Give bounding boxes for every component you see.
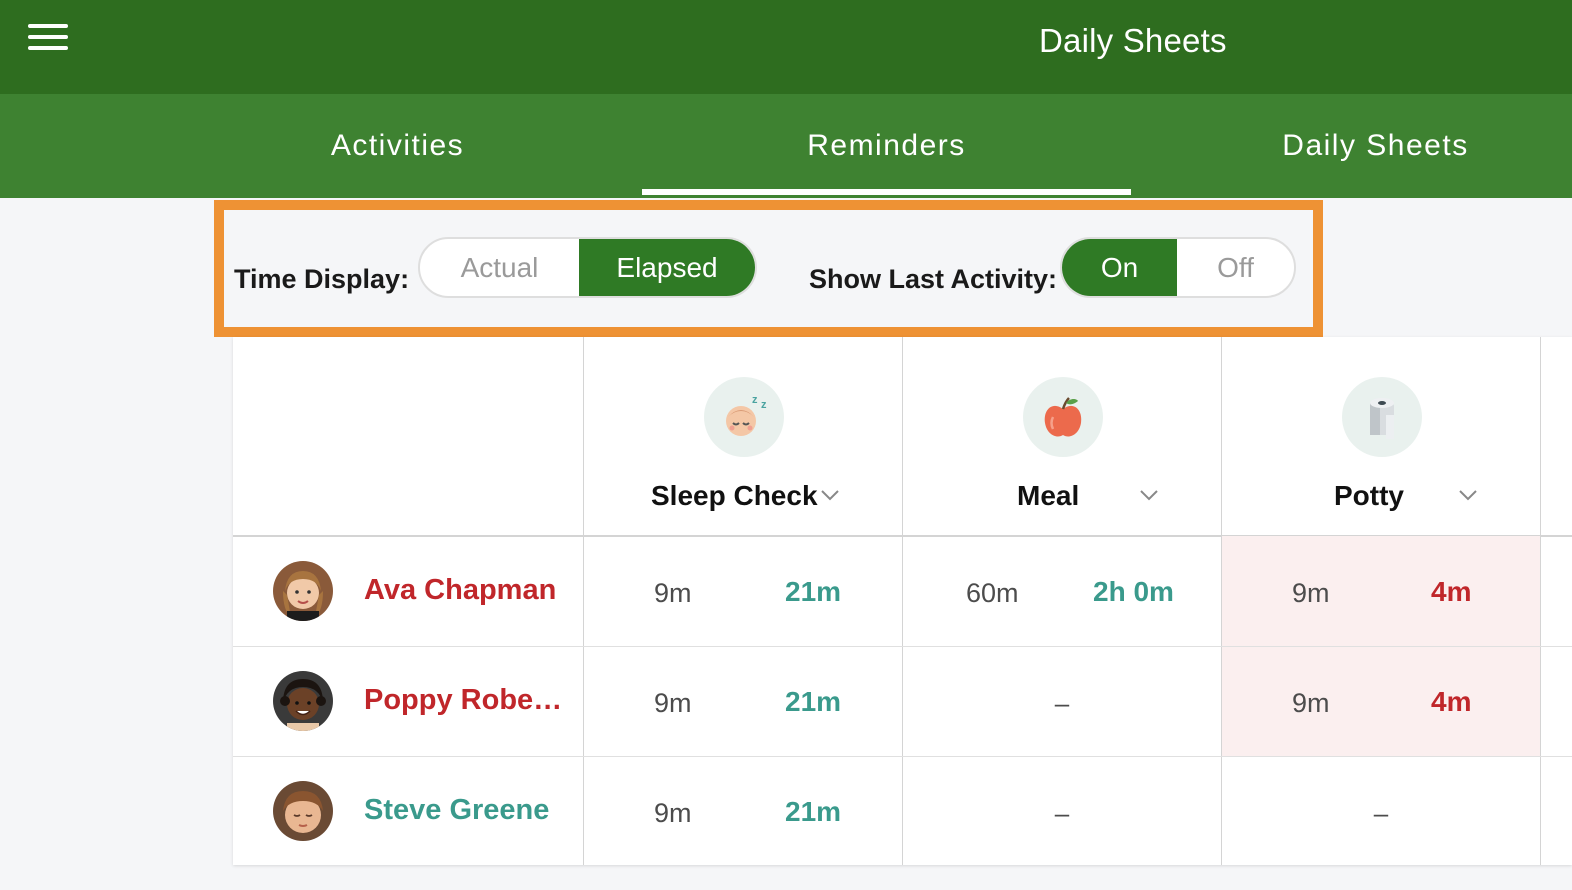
- last-activity-time: 9m: [654, 578, 692, 608]
- last-activity-time: 9m: [654, 688, 692, 718]
- empty-value: –: [1054, 798, 1070, 828]
- elapsed-time: 21m: [785, 686, 842, 717]
- child-name-link[interactable]: Poppy Rober…: [364, 684, 564, 717]
- chevron-down-icon[interactable]: [1138, 487, 1160, 503]
- avatar[interactable]: [273, 561, 333, 621]
- meal-cell[interactable]: –: [903, 647, 1221, 757]
- empty-value: –: [1054, 688, 1070, 718]
- sleep-check-cell[interactable]: 9m 21m: [584, 757, 902, 867]
- reminders-table: z z Sleep Check Meal Potty Ava Chapman 9…: [233, 337, 1572, 865]
- tab-daily-sheets[interactable]: Daily Sheets: [1131, 94, 1572, 198]
- display-controls-panel: Time Display: Actual Elapsed Show Last A…: [214, 200, 1323, 337]
- potty-cell[interactable]: 9m 4m: [1222, 537, 1540, 647]
- last-activity-time: 60m: [966, 578, 1019, 608]
- empty-value: –: [1373, 798, 1389, 828]
- avatar[interactable]: [273, 781, 333, 841]
- column-title-potty: Potty: [1334, 480, 1404, 511]
- table-row: Ava Chapman 9m 21m 60m 2h 0m 9m 4m: [233, 537, 1572, 647]
- tab-reminders[interactable]: Reminders: [642, 94, 1131, 198]
- active-tab-indicator: [642, 189, 1131, 195]
- show-last-activity-on-option[interactable]: On: [1062, 239, 1177, 296]
- last-activity-time: 9m: [654, 798, 692, 828]
- child-name-link[interactable]: Ava Chapman: [364, 574, 556, 607]
- time-display-label: Time Display:: [234, 264, 410, 294]
- last-activity-time: 9m: [1292, 688, 1330, 718]
- avatar[interactable]: [273, 671, 333, 731]
- chevron-down-icon[interactable]: [819, 487, 841, 503]
- elapsed-time: 2h 0m: [1093, 576, 1174, 607]
- potty-cell[interactable]: –: [1222, 757, 1540, 867]
- tab-activities[interactable]: Activities: [153, 94, 642, 198]
- elapsed-time: 21m: [785, 796, 842, 827]
- meal-cell[interactable]: –: [903, 757, 1221, 867]
- elapsed-time: 4m: [1431, 686, 1472, 717]
- page-title: Daily Sheets: [1039, 22, 1227, 59]
- show-last-activity-label: Show Last Activity:: [809, 264, 1058, 294]
- column-header-potty: Potty: [1222, 337, 1541, 535]
- chevron-down-icon[interactable]: [1457, 487, 1479, 503]
- toilet-paper-icon: [1342, 377, 1422, 457]
- show-last-activity-off-option[interactable]: Off: [1177, 239, 1294, 296]
- tab-bar: Activities Reminders Daily Sheets: [0, 94, 1572, 198]
- last-activity-time: 9m: [1292, 578, 1330, 608]
- sleep-check-cell[interactable]: 9m 21m: [584, 647, 902, 757]
- apple-icon: [1023, 377, 1103, 457]
- column-title-meal: Meal: [1017, 480, 1080, 511]
- column-header-sleep-check: z z Sleep Check: [584, 337, 903, 535]
- time-display-elapsed-option[interactable]: Elapsed: [579, 239, 755, 296]
- app-header: Daily Sheets: [0, 0, 1572, 94]
- svg-text:z: z: [761, 399, 767, 411]
- svg-text:z: z: [752, 394, 758, 406]
- time-display-toggle: Actual Elapsed: [418, 237, 757, 298]
- show-last-activity-toggle: On Off: [1060, 237, 1296, 298]
- table-row: Steve Greene 9m 21m – –: [233, 757, 1572, 867]
- time-display-actual-option[interactable]: Actual: [420, 239, 579, 296]
- potty-cell[interactable]: 9m 4m: [1222, 647, 1540, 757]
- column-header-meal: Meal: [903, 337, 1222, 535]
- column-title-sleep-check: Sleep Check: [651, 480, 818, 511]
- elapsed-time: 21m: [785, 576, 842, 607]
- child-name-link[interactable]: Steve Greene: [364, 794, 549, 827]
- hamburger-menu-icon[interactable]: [28, 24, 70, 52]
- sleeping-baby-icon: z z: [704, 377, 784, 457]
- meal-cell[interactable]: 60m 2h 0m: [903, 537, 1221, 647]
- table-row: Poppy Rober… 9m 21m – 9m 4m: [233, 647, 1572, 757]
- sleep-check-cell[interactable]: 9m 21m: [584, 537, 902, 647]
- elapsed-time: 4m: [1431, 576, 1472, 607]
